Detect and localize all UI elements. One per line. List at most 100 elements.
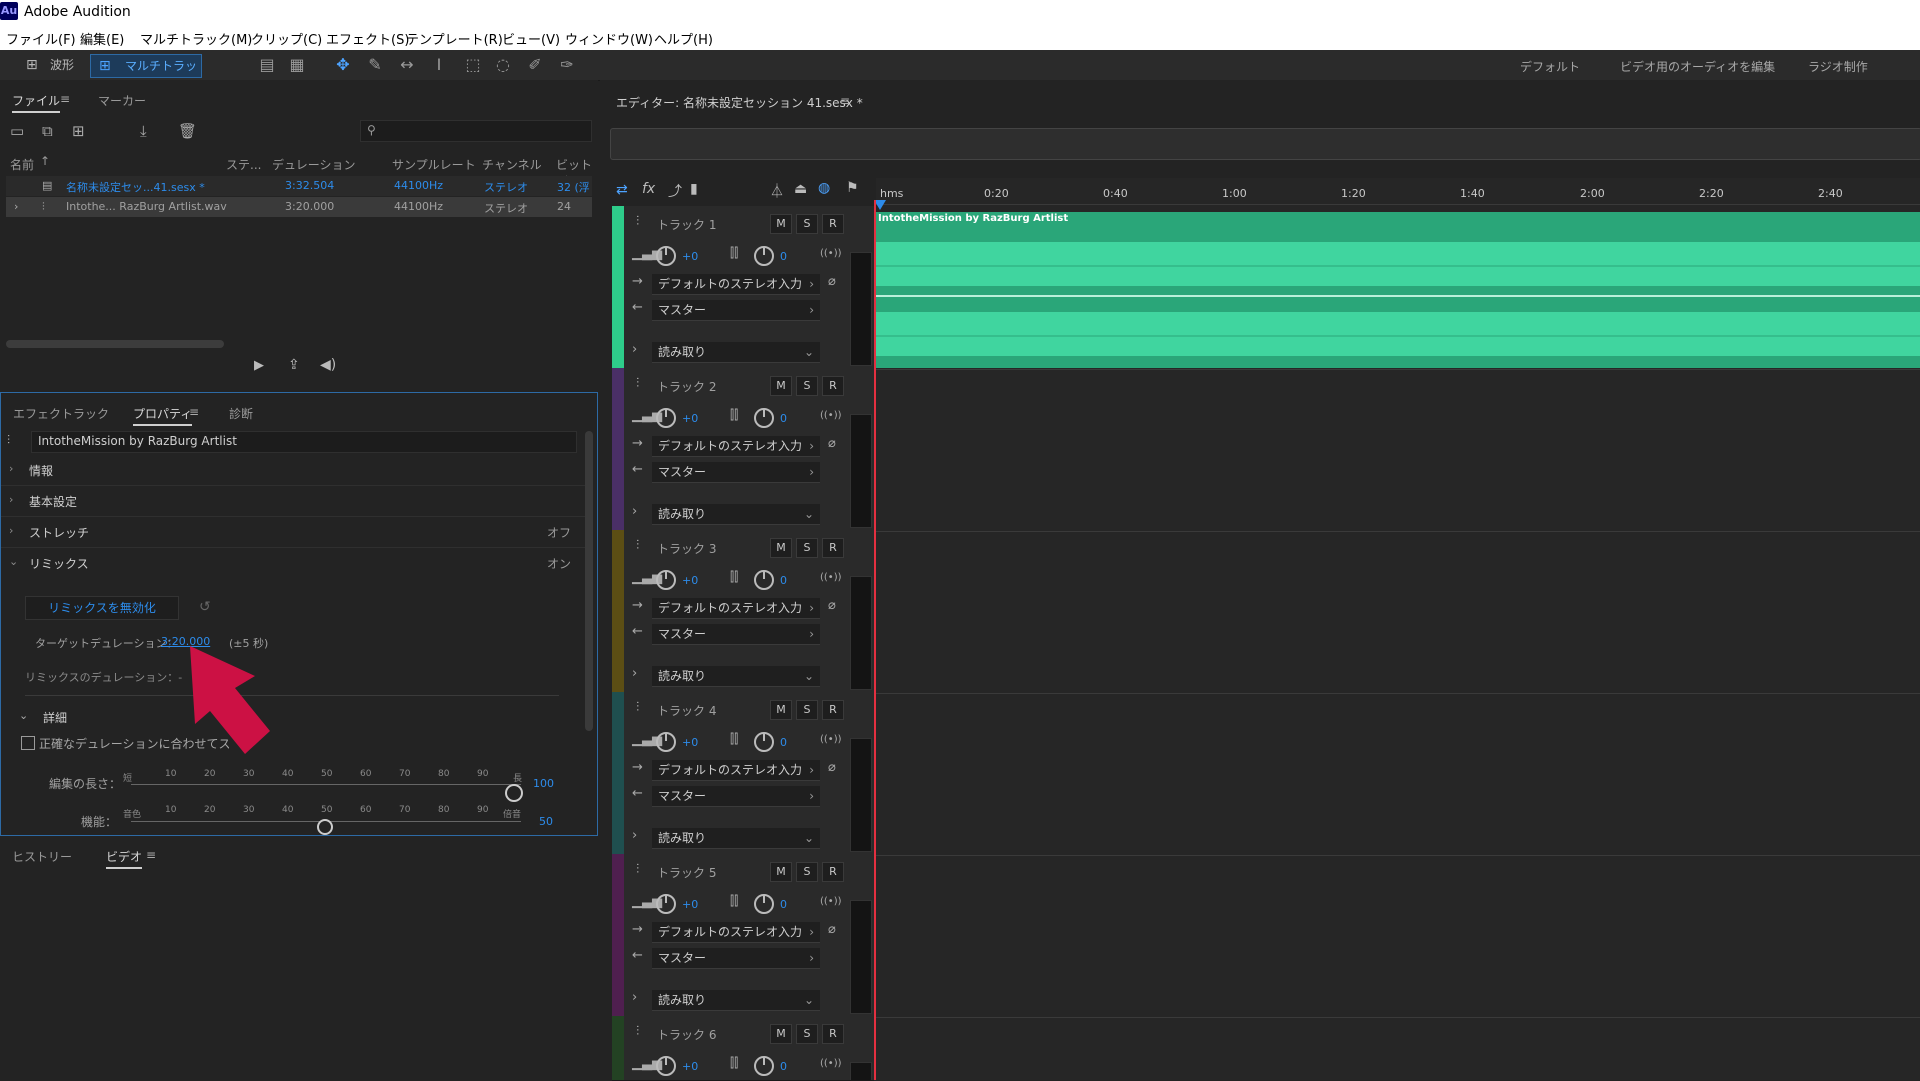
menu-multitrack[interactable]: マルチトラック(M) [140,29,252,48]
stereo-icon[interactable]: ((•)) [820,1058,842,1069]
export-icon[interactable]: ⇪ [288,357,300,373]
delete-icon[interactable]: 🗑 [178,122,197,140]
pan-knob[interactable] [754,1056,774,1076]
record-button[interactable]: R [822,376,844,396]
output-select[interactable]: マスター › [652,948,820,969]
edit-length-slider[interactable] [131,784,521,785]
eq-icon[interactable]: ▮ [690,181,698,197]
overview-bar[interactable] [610,128,1920,160]
slider-thumb[interactable] [505,784,523,802]
chevron-down-icon[interactable]: ⌄ [19,709,28,722]
solo-button[interactable]: S [796,700,818,720]
expand-chevron-icon[interactable]: › [632,666,637,681]
waveform-view-button[interactable]: ⊞ 波形 [22,54,84,76]
audio-clip[interactable]: IntotheMission by RazBurg Artlist [876,212,1920,368]
volume-value[interactable]: +0 [682,574,698,587]
output-select[interactable]: マスター › [652,300,820,321]
menu-window[interactable]: ウィンドウ(W) [565,29,653,48]
input-select[interactable]: デフォルトのステレオ入力 › [652,598,820,619]
workspace-radio[interactable]: ラジオ制作 [1808,58,1868,75]
features-value[interactable]: 50 [539,815,553,828]
section-info[interactable]: › 情報 [1,455,591,486]
col-duration[interactable]: デュレーション [272,156,356,173]
volume-value[interactable]: +0 [682,736,698,749]
volume-value[interactable]: +0 [682,898,698,911]
phase-icon[interactable]: ⌀ [828,922,836,937]
volume-knob[interactable] [656,408,676,428]
panel-menu-icon[interactable]: ≡ [146,848,156,862]
stereo-icon[interactable]: ((•)) [820,896,842,907]
track-name[interactable]: トラック 1 [657,216,716,233]
insert-icon[interactable]: ⤓ [140,122,147,140]
reset-icon[interactable]: ↺ [199,599,211,615]
volume-knob[interactable] [656,732,676,752]
autoplay-volume-icon[interactable]: ◀) [320,357,336,373]
output-select[interactable]: マスター › [652,462,820,483]
inputs-outputs-icon[interactable]: ⇄ [616,182,628,198]
col-channels[interactable]: チャンネル [482,156,542,173]
time-select-icon[interactable]: I [430,56,448,74]
menu-edit[interactable]: 編集(E) [80,29,124,48]
tab-history[interactable]: ヒストリー [12,848,72,865]
vertical-scrollbar[interactable] [585,431,593,731]
tab-effects-rack[interactable]: エフェクトラック [13,405,109,422]
input-select[interactable]: デフォルトのステレオ入力 › [652,760,820,781]
menu-clip[interactable]: クリップ(C) [251,29,322,48]
horizontal-scrollbar[interactable] [6,340,224,348]
mute-button[interactable]: M [770,862,792,882]
menu-help[interactable]: ヘルプ(H) [654,29,713,48]
record-button[interactable]: R [822,538,844,558]
multitrack-view-button[interactable]: ⊞ マルチトラック [90,54,202,95]
solo-button[interactable]: S [796,1024,818,1044]
workspace-default[interactable]: デフォルト [1520,58,1580,75]
pan-knob[interactable] [754,408,774,428]
section-remix[interactable]: ⌄ リミックス オン [1,548,591,578]
stereo-icon[interactable]: ((•)) [820,734,842,745]
stereo-icon[interactable]: ((•)) [820,248,842,259]
phase-icon[interactable]: ⌀ [828,274,836,289]
panel-menu-icon[interactable]: ≡ [60,92,70,106]
pan-value[interactable]: 0 [780,412,787,425]
record-button[interactable]: R [822,862,844,882]
record-button[interactable]: R [822,700,844,720]
col-name[interactable]: 名前 [10,156,34,173]
mute-button[interactable]: M [770,700,792,720]
output-select[interactable]: マスター › [652,624,820,645]
mute-button[interactable]: M [770,1024,792,1044]
panel-menu-icon[interactable]: ≡ [840,94,850,108]
mute-button[interactable]: M [770,376,792,396]
output-select[interactable]: マスター › [652,786,820,807]
table-row[interactable]: ▤ 名称未設定セッ...41.sesx * 3:32.504 44100Hz ス… [6,176,592,196]
clip-name-field[interactable]: IntotheMission by RazBurg Artlist [31,431,577,453]
volume-value[interactable]: +0 [682,412,698,425]
new-file-icon[interactable]: ⊞ [72,122,85,140]
solo-button[interactable]: S [796,376,818,396]
clip-export-icon[interactable]: ⏏ [794,181,807,197]
tab-markers[interactable]: マーカー [98,92,146,109]
time-ruler[interactable] [876,178,1920,205]
sends-icon[interactable]: ⤴ [668,181,682,201]
volume-knob[interactable] [656,894,676,914]
automation-mode-select[interactable]: 読み取り ⌄ [652,666,820,687]
tab-diagnostics[interactable]: 診断 [229,405,253,422]
pan-value[interactable]: 0 [780,250,787,263]
fx-icon[interactable]: fx [642,181,655,197]
solo-button[interactable]: S [796,214,818,234]
stereo-icon[interactable]: ((•)) [820,572,842,583]
record-button[interactable]: R [822,1024,844,1044]
headphones-icon[interactable]: ◍ [818,180,830,196]
phase-icon[interactable]: ⌀ [828,436,836,451]
solo-button[interactable]: S [796,538,818,558]
metronome-icon[interactable]: ⏃ [770,181,784,201]
volume-knob[interactable] [656,1056,676,1076]
pan-value[interactable]: 0 [780,736,787,749]
solo-button[interactable]: S [796,862,818,882]
menu-file[interactable]: ファイル(F) [6,29,76,48]
col-samplerate[interactable]: サンプルレート [392,156,476,173]
pan-value[interactable]: 0 [780,1060,787,1073]
table-row[interactable]: › ⫶ Intothe... RazBurg Artlist.wav 3:20.… [6,197,592,217]
track-name[interactable]: トラック 5 [657,864,716,881]
mute-button[interactable]: M [770,214,792,234]
pan-knob[interactable] [754,246,774,266]
volume-value[interactable]: +0 [682,250,698,263]
